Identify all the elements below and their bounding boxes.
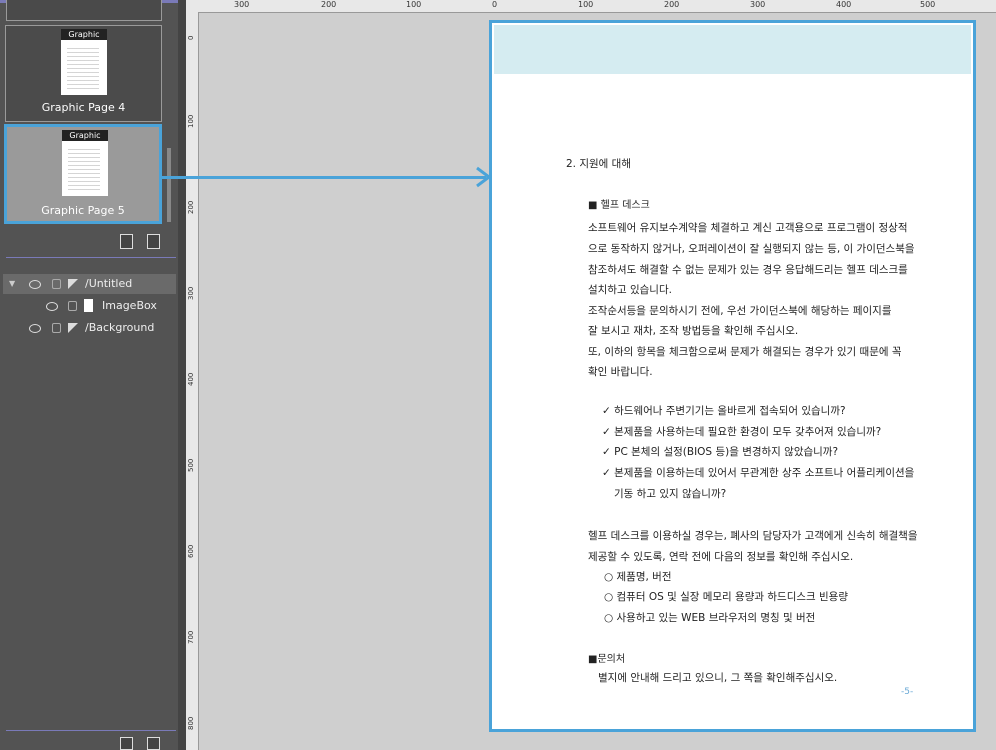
- body-line: 으로 동작하지 않거나, 오퍼레이션이 잘 실행되지 않는 등, 이 가이던스북…: [588, 243, 915, 255]
- layer-type-icon: [68, 279, 78, 289]
- layer-row-background[interactable]: /Background: [3, 318, 176, 338]
- ruler-tick-label: 100: [187, 114, 195, 128]
- panel-bottom-divider: [6, 730, 176, 731]
- checklist-item: ✓ 하드웨어나 주변기기는 올바르게 접속되어 있습니까?: [602, 405, 846, 417]
- body-line: 조작순서등을 문의하시기 전에, 우선 가이던스북에 해당하는 페이지를: [588, 305, 892, 317]
- panel-divider: [6, 257, 176, 258]
- thumbnail-caption: Graphic Page 5: [41, 204, 125, 217]
- page-thumbnail-preview: Graphic: [61, 29, 107, 95]
- lock-icon[interactable]: [68, 301, 77, 311]
- thumbnail-text-lines: [68, 146, 100, 190]
- body-line: 확인 바랍니다.: [588, 366, 653, 378]
- document-page[interactable]: 2. 지원에 대해 ■ 헬프 데스크 소프트웨어 유지보수계약을 체결하고 계신…: [489, 20, 976, 732]
- body-line: 참조하셔도 해결할 수 없는 문제가 있는 경우 응답해드리는 헬프 데스크를: [588, 264, 908, 276]
- layer-row-imagebox[interactable]: ImageBox: [3, 296, 176, 316]
- visibility-eye-icon[interactable]: [29, 324, 41, 333]
- expand-arrow-icon[interactable]: ▼: [9, 274, 15, 294]
- thumbnail-text-lines: [67, 45, 99, 89]
- info-item: ○ 사용하고 있는 WEB 브라우저의 명칭 및 버전: [604, 612, 816, 624]
- layer-name: ImageBox: [102, 299, 157, 312]
- delete-page-icon[interactable]: [147, 234, 160, 249]
- helpdesk-heading: ■ 헬프 데스크: [588, 200, 650, 211]
- lock-icon[interactable]: [52, 323, 61, 333]
- ruler-tick-label: 0: [187, 35, 195, 40]
- ruler-tick-label: 0: [492, 0, 498, 9]
- checklist-item: ✓ 본제품을 사용하는데 필요한 환경이 모두 갖추어져 있습니까?: [602, 426, 882, 438]
- thumbnail-header: Graphic: [62, 130, 108, 141]
- ruler-tick-label: 100: [406, 0, 422, 9]
- body-line: 제공할 수 있도록, 연락 전에 다음의 정보를 확인해 주십시오.: [588, 551, 854, 563]
- ruler-tick-label: 200: [664, 0, 680, 9]
- page-thumbnail-5[interactable]: Graphic Graphic Page 5: [4, 124, 162, 224]
- pages-layers-panel: Graphic Graphic Page 4 Graphic Graphic P…: [0, 0, 178, 750]
- page-thumbnail-4[interactable]: Graphic Graphic Page 4: [5, 25, 162, 122]
- page-thumbnail-preview: Graphic: [62, 130, 108, 196]
- vertical-ruler: 0 100 200 300 400 500 600 700 800: [186, 12, 199, 750]
- body-line: 잘 보시고 재차, 조작 방법등을 확인해 주십시오.: [588, 325, 799, 337]
- contact-heading: ■문의처: [588, 654, 626, 665]
- insert-page-icon[interactable]: [120, 234, 133, 249]
- ruler-tick-label: 100: [578, 0, 594, 9]
- thumbnails-scrollbar[interactable]: [167, 148, 171, 222]
- ruler-tick-label: 700: [187, 630, 195, 644]
- body-line: 또, 이하의 항목을 체크함으로써 문제가 해결되는 경우가 있기 때문에 꼭: [588, 346, 902, 358]
- add-layer-icon[interactable]: [120, 737, 133, 750]
- contact-text: 별지에 안내해 드리고 있으니, 그 쪽을 확인해주십시오.: [598, 672, 838, 684]
- image-layer-icon: [84, 299, 93, 312]
- lock-icon[interactable]: [52, 279, 61, 289]
- page-number: -5-: [901, 687, 914, 697]
- thumbnail-caption: Graphic Page 4: [41, 101, 126, 114]
- ruler-tick-label: 600: [187, 544, 195, 558]
- page-header-band: [494, 25, 971, 74]
- body-line: 헬프 데스크를 이용하실 경우는, 폐사의 담당자가 고객에게 신속히 해결책을: [588, 530, 918, 542]
- ruler-tick-label: 300: [187, 286, 195, 300]
- info-item: ○ 컴퓨터 OS 및 실장 메모리 용량과 하드디스크 빈용량: [604, 591, 848, 603]
- ruler-tick-label: 500: [187, 458, 195, 472]
- checklist-item: ✓ PC 본체의 설정(BIOS 등)을 변경하지 않았습니까?: [602, 446, 839, 458]
- delete-layer-icon[interactable]: [147, 737, 160, 750]
- ruler-tick-label: 400: [187, 372, 195, 386]
- info-item: ○ 제품명, 버전: [604, 571, 672, 583]
- ruler-tick-label: 500: [920, 0, 936, 9]
- ruler-tick-label: 800: [187, 716, 195, 730]
- body-line: 설치하고 있습니다.: [588, 284, 672, 296]
- layer-name: /Untitled: [85, 277, 133, 290]
- section-title: 2. 지원에 대해: [566, 158, 631, 170]
- callout-arrow-line: [160, 176, 486, 179]
- ruler-tick-label: 200: [321, 0, 337, 9]
- checklist-item-continued: 기동 하고 있지 않습니까?: [614, 488, 727, 500]
- layer-type-icon: [68, 323, 78, 333]
- panel-splitter[interactable]: [178, 0, 186, 750]
- ruler-tick-label: 300: [234, 0, 250, 9]
- previous-page-thumbnail[interactable]: [6, 0, 162, 21]
- ruler-tick-label: 400: [836, 0, 852, 9]
- ruler-tick-label: 200: [187, 200, 195, 214]
- ruler-tick-label: 300: [750, 0, 766, 9]
- layer-name: /Background: [85, 321, 155, 334]
- body-line: 소프트웨어 유지보수계약을 체결하고 계신 고객용으로 프로그램이 정상적: [588, 222, 908, 234]
- visibility-eye-icon[interactable]: [46, 302, 58, 311]
- thumbnail-header: Graphic: [61, 29, 107, 40]
- horizontal-ruler: 300 200 100 0 100 200 300 400 500: [186, 0, 996, 13]
- checklist-item: ✓ 본제품을 이용하는데 있어서 무관계한 상주 소프트나 어플리케이션을: [602, 467, 915, 479]
- layer-row-untitled[interactable]: ▼ /Untitled: [3, 274, 176, 294]
- visibility-eye-icon[interactable]: [29, 280, 41, 289]
